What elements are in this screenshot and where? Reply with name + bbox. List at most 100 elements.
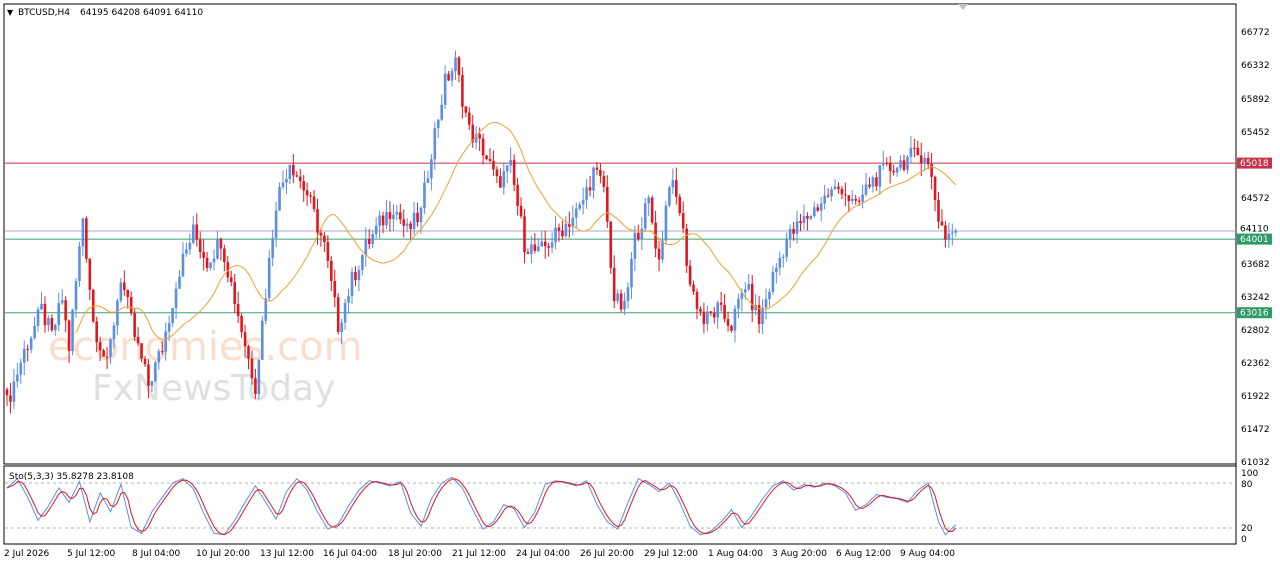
mt4-chart-window[interactable]: economies.com FxNewsToday 66772 66332 65… (0, 0, 1280, 567)
candle-body (809, 216, 813, 219)
candle-body (837, 186, 840, 189)
candle-body (819, 203, 823, 211)
candle-body (285, 178, 288, 183)
candle-body (164, 331, 167, 352)
candle-body (930, 164, 933, 177)
candle-body (913, 147, 916, 149)
candle-body (340, 322, 343, 332)
current-badge-text: 64110 (1240, 225, 1269, 235)
candle-body (333, 281, 337, 298)
current-price-badge: 64110 (1237, 223, 1272, 235)
candle-body (657, 248, 661, 260)
candle-body (298, 176, 302, 182)
candle-body (516, 184, 519, 206)
x-tick: 5 Jul 12:00 (67, 549, 116, 559)
candle-body (488, 159, 492, 161)
candle-body (502, 171, 506, 188)
candle-body (399, 212, 402, 220)
candle-body (523, 216, 526, 253)
candle-body (864, 184, 868, 195)
candle-body (619, 293, 623, 310)
candle-body (9, 395, 12, 402)
candle-body (443, 73, 447, 105)
candle-body (354, 271, 357, 281)
candle-body (954, 230, 958, 233)
candle-body (712, 313, 716, 318)
candle-body (247, 346, 250, 359)
candle-body (709, 311, 713, 314)
candle-body (412, 212, 416, 229)
symbol-label: BTCUSD,H4 (18, 8, 70, 18)
candle-body (43, 303, 47, 326)
candle-body (271, 237, 274, 258)
stochastic-panel[interactable] (3, 465, 1237, 545)
candle-body (212, 258, 216, 263)
candle-body (612, 267, 616, 302)
candle-body (885, 162, 889, 164)
x-tick: 16 Jul 04:00 (323, 549, 377, 559)
candle-body (312, 196, 316, 210)
candle-body (947, 233, 951, 240)
candle-body (868, 184, 871, 187)
candle-body (433, 128, 437, 160)
candle-body (133, 313, 136, 337)
candle-body (205, 257, 209, 268)
candle-body (154, 362, 157, 382)
candle-body (292, 165, 295, 176)
candle-body (464, 106, 468, 113)
candle-body (95, 321, 98, 343)
stoch-level: 100 (1241, 469, 1258, 479)
near-price-badge: 64001 (1237, 233, 1272, 245)
candle-body (840, 188, 844, 195)
stoch-level: 80 (1241, 480, 1253, 490)
candle-body (640, 228, 644, 240)
near-badge-text: 64001 (1240, 235, 1269, 245)
candle-body (519, 205, 523, 217)
candle-body (588, 187, 592, 191)
candle-body (537, 246, 540, 251)
candle-body (50, 317, 54, 331)
candle-body (105, 356, 109, 358)
candle-body (71, 309, 74, 351)
candle-body (671, 180, 675, 188)
x-tick: 3 Aug 20:00 (772, 549, 827, 559)
stoch-level: 0 (1241, 535, 1247, 545)
candle-body (933, 176, 937, 200)
candle-body (592, 167, 595, 191)
candle-body (750, 283, 754, 311)
candle-body (112, 325, 116, 340)
candle-body (623, 300, 626, 310)
chart-menu-icon[interactable]: ▼ (7, 8, 14, 17)
candle-body (388, 212, 392, 220)
candle-body (347, 296, 350, 303)
candle-body (606, 186, 609, 222)
candle-body (730, 325, 733, 331)
candle-body (436, 119, 440, 129)
candle-body (850, 198, 854, 202)
candle-body (647, 197, 650, 204)
candle-body (554, 227, 557, 243)
candle-body (495, 169, 499, 177)
candle-body (85, 218, 88, 259)
candle-body (91, 289, 95, 322)
candle-body (944, 225, 947, 240)
candle-body (167, 323, 171, 332)
x-tick: 8 Jul 04:00 (132, 549, 181, 559)
candle-body (160, 351, 164, 353)
candle-body (778, 257, 782, 268)
candle-body (578, 204, 581, 209)
candle-body (188, 242, 192, 250)
candle-body (788, 228, 792, 240)
candle-body (367, 239, 371, 245)
resistance-badge-text: 65018 (1240, 159, 1269, 169)
candle-body (533, 244, 537, 251)
candle-body (861, 194, 864, 202)
candle-body (450, 71, 454, 81)
candle-body (374, 225, 378, 235)
candle-body (806, 215, 809, 219)
x-tick: 2 Jul 2026 (4, 549, 49, 559)
candle-body (823, 195, 826, 204)
x-tick: 13 Jul 12:00 (260, 549, 314, 559)
candle-body (706, 311, 709, 324)
candle-body (785, 239, 788, 257)
